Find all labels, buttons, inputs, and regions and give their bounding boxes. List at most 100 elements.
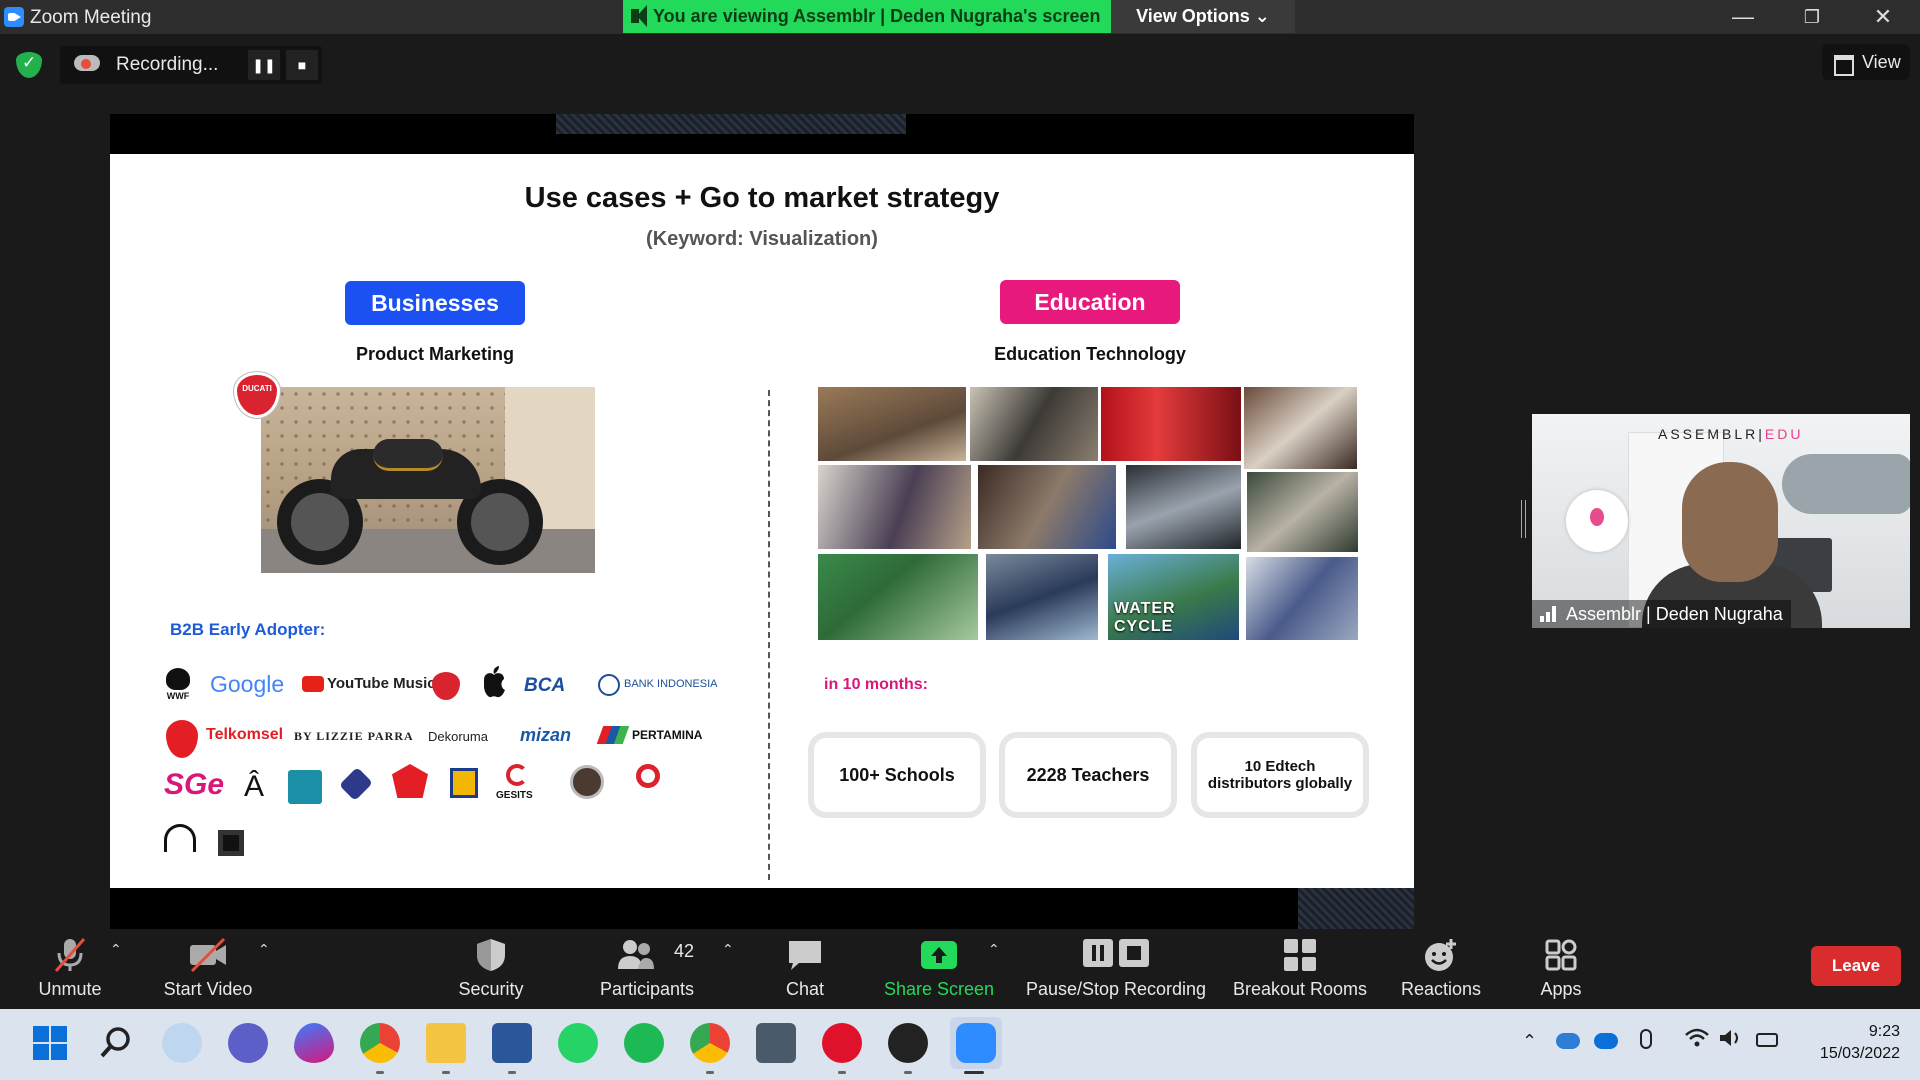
zoom-taskbar-icon[interactable] bbox=[950, 1017, 1002, 1069]
whatsapp-icon[interactable] bbox=[558, 1023, 598, 1063]
chat-button[interactable]: Chat bbox=[770, 937, 840, 1003]
camera-icon[interactable] bbox=[756, 1023, 796, 1063]
opera-icon[interactable] bbox=[822, 1023, 862, 1063]
pause-stop-icon bbox=[1083, 939, 1149, 967]
video-options-caret[interactable]: ⌃ bbox=[258, 941, 270, 958]
muted-microphone-icon bbox=[54, 938, 86, 972]
stat-teachers: 2228 Teachers bbox=[999, 732, 1177, 818]
reactions-smile-icon bbox=[1425, 939, 1456, 971]
chat-bubble-icon bbox=[789, 941, 821, 970]
security-button[interactable]: Security bbox=[446, 937, 536, 1003]
youtube-play-icon bbox=[302, 676, 324, 692]
water-cycle-photo: WATER CYCLE bbox=[1108, 554, 1239, 640]
cloud-recording-icon bbox=[74, 55, 100, 71]
stop-recording-button[interactable]: ■ bbox=[286, 50, 318, 80]
security-shield-icon bbox=[477, 939, 505, 971]
participants-icon bbox=[618, 940, 654, 969]
share-options-caret[interactable]: ⌃ bbox=[988, 941, 1000, 958]
participants-options-caret[interactable]: ⌃ bbox=[722, 941, 734, 958]
logo-sge: SGe bbox=[164, 768, 225, 801]
file-explorer-icon[interactable] bbox=[426, 1023, 466, 1063]
minimize-button[interactable]: — bbox=[1720, 4, 1766, 30]
months-label: in 10 months: bbox=[824, 676, 929, 693]
search-icon[interactable] bbox=[96, 1023, 136, 1063]
spotify-icon[interactable] bbox=[624, 1023, 664, 1063]
show-hidden-icons-caret[interactable]: ⌃ bbox=[1522, 1031, 1537, 1052]
share-banner: You are viewing Assemblr | Deden Nugraha… bbox=[623, 0, 1111, 33]
pause-recording-button[interactable]: ❚❚ bbox=[248, 50, 280, 80]
window-title: Zoom Meeting bbox=[30, 7, 152, 28]
classroom-photo bbox=[1101, 387, 1241, 461]
motorcycle-tank bbox=[373, 439, 443, 471]
breakout-rooms-button[interactable]: Breakout Rooms bbox=[1228, 937, 1372, 1003]
wifi-icon[interactable] bbox=[1684, 1027, 1710, 1054]
gesits-logo-icon bbox=[506, 764, 528, 786]
view-options-button[interactable]: View Options ⌄ bbox=[1111, 0, 1295, 33]
restore-button[interactable]: ❐ bbox=[1789, 4, 1835, 30]
drop-app-icon[interactable] bbox=[294, 1023, 334, 1063]
title-bar: Zoom Meeting You are viewing Assemblr | … bbox=[0, 0, 1920, 34]
logo-wwf: WWF bbox=[164, 668, 192, 701]
chrome-profile-icon[interactable] bbox=[690, 1023, 730, 1063]
audio-options-caret[interactable]: ⌃ bbox=[110, 941, 122, 958]
participant-name: Assemblr | Deden Nugraha bbox=[1532, 600, 1791, 628]
recording-label: Recording... bbox=[116, 54, 219, 75]
participant-video-tile[interactable]: ASSEMBLR|EDU Assemblr | Deden Nugraha bbox=[1532, 414, 1910, 628]
teams-chat-icon[interactable] bbox=[228, 1023, 268, 1063]
ducati-logo-icon bbox=[432, 672, 460, 700]
participant-face bbox=[1682, 462, 1778, 582]
media-player-icon[interactable] bbox=[888, 1023, 928, 1063]
logo-gesits: GESITS bbox=[496, 790, 533, 801]
security-shield-icon[interactable] bbox=[16, 52, 42, 78]
onedrive-error-icon[interactable] bbox=[1556, 1033, 1580, 1049]
classroom-photo bbox=[1126, 465, 1241, 549]
view-layout-button[interactable]: View bbox=[1822, 44, 1910, 80]
classroom-photo bbox=[986, 554, 1098, 640]
tile-resize-handle[interactable] bbox=[1521, 500, 1526, 538]
battery-icon[interactable] bbox=[1756, 1033, 1778, 1047]
pertamina-icon bbox=[596, 726, 630, 744]
logo-mizan: mizan bbox=[520, 725, 572, 745]
widgets-icon[interactable] bbox=[162, 1023, 202, 1063]
onedrive-icon[interactable] bbox=[1594, 1033, 1618, 1049]
classroom-photo bbox=[818, 554, 978, 640]
logo-bank-indonesia: BANK INDONESIA bbox=[624, 678, 718, 690]
building-logo-icon bbox=[450, 768, 478, 798]
product-marketing-label: Product Marketing bbox=[355, 344, 515, 364]
microphone-icon[interactable] bbox=[1640, 1029, 1652, 1049]
logo-a-circumflex: Â bbox=[244, 770, 265, 803]
share-screen-icon bbox=[921, 941, 957, 969]
windows-start-icon[interactable] bbox=[30, 1023, 70, 1063]
square-logo-icon bbox=[218, 830, 244, 856]
word-icon[interactable] bbox=[492, 1023, 532, 1063]
classroom-photo bbox=[978, 465, 1116, 549]
motorcycle-photo bbox=[261, 387, 595, 573]
volume-icon[interactable] bbox=[1718, 1027, 1744, 1054]
leave-button[interactable]: Leave bbox=[1811, 946, 1901, 986]
meeting-toolbar: Unmute ⌃ Start Video ⌃ Security 42 Parti… bbox=[0, 929, 1920, 1009]
shared-screen-stripe bbox=[556, 114, 906, 134]
taskbar-clock[interactable]: 9:23 15/03/2022 bbox=[1800, 1021, 1900, 1065]
bank-indonesia-icon bbox=[598, 674, 620, 696]
presentation-slide: Use cases + Go to market strategy (Keywo… bbox=[110, 154, 1414, 888]
headphones-logo-icon bbox=[164, 824, 196, 852]
education-technology-label: Education Technology bbox=[994, 344, 1186, 364]
slide-subtitle: (Keyword: Visualization) bbox=[646, 228, 878, 250]
bobobox-logo-icon bbox=[288, 770, 322, 804]
classroom-photo bbox=[1244, 387, 1357, 469]
clock-time: 9:23 bbox=[1868, 1023, 1900, 1040]
reactions-button[interactable]: Reactions bbox=[1396, 937, 1486, 1003]
start-video-button[interactable]: Start Video bbox=[150, 937, 266, 1003]
apps-button[interactable]: Apps bbox=[1526, 937, 1596, 1003]
pause-stop-recording-button[interactable]: Pause/Stop Recording bbox=[1018, 937, 1214, 1003]
close-button[interactable]: ✕ bbox=[1860, 4, 1906, 30]
share-screen-button[interactable]: Share Screen bbox=[878, 937, 1000, 1003]
angular-logo-icon bbox=[392, 764, 428, 798]
chrome-icon[interactable] bbox=[360, 1023, 400, 1063]
telkomsel-icon bbox=[166, 720, 198, 758]
participants-button[interactable]: 42 Participants bbox=[592, 937, 702, 1003]
java-festival-logo-icon bbox=[636, 764, 660, 788]
video-off-icon bbox=[190, 937, 226, 973]
whale-model bbox=[1782, 454, 1910, 514]
unmute-button[interactable]: Unmute bbox=[24, 937, 116, 1003]
